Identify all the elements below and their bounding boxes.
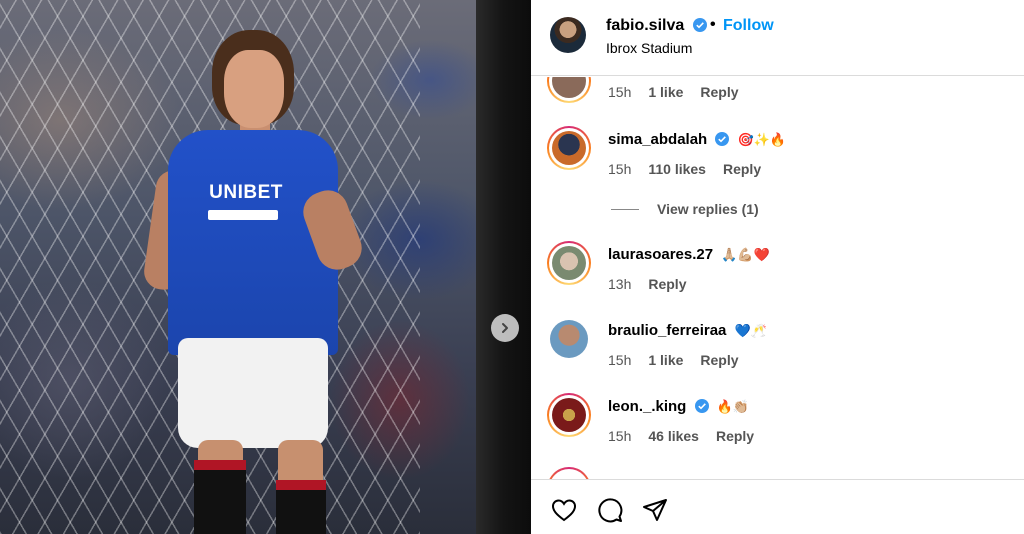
view-replies-label: View replies (1) — [657, 201, 759, 217]
heart-icon[interactable] — [550, 496, 578, 524]
verified-badge-icon — [694, 399, 709, 413]
comment-time: 15h — [608, 428, 632, 444]
player-figure: UNIBET — [141, 20, 380, 534]
commenter-avatar[interactable] — [547, 126, 591, 170]
comment-item: 15h 1 like Reply — [531, 77, 1024, 129]
comment-item: sima_abdalah 🎯✨🔥 15h 110 likes Reply — [531, 125, 1024, 195]
view-replies-button[interactable]: View replies (1) — [611, 201, 759, 217]
share-icon[interactable] — [641, 496, 669, 524]
follow-button[interactable]: Follow — [723, 17, 774, 35]
verified-badge-icon — [692, 18, 707, 32]
post-photo: UNIBET — [0, 0, 531, 534]
comment-likes[interactable]: 1 like — [648, 84, 683, 100]
goal-post — [476, 0, 531, 534]
action-bar — [531, 479, 1024, 534]
commenter-avatar[interactable] — [547, 241, 591, 285]
post-location[interactable]: Ibrox Stadium — [606, 40, 692, 56]
comment-text: 💙🥂 — [734, 323, 767, 338]
post-header: fabio.silva • Follow Ibrox Stadium — [531, 0, 1024, 76]
reply-button[interactable]: Reply — [716, 428, 754, 444]
comment-likes[interactable]: 1 like — [648, 352, 683, 368]
next-photo-button[interactable] — [491, 314, 519, 342]
author-username[interactable]: fabio.silva — [606, 17, 684, 34]
replies-divider — [611, 208, 639, 210]
comment-time: 15h — [608, 161, 632, 177]
verified-badge-icon — [715, 132, 730, 146]
comment-time: 15h — [608, 352, 632, 368]
commenter-avatar[interactable] — [547, 467, 591, 479]
comment-item: leon._.king 🔥👏🏼 15h 46 likes Reply — [531, 392, 1024, 462]
comment-item: braulio_ferreiraa 💙🥂 15h 1 like Reply — [531, 316, 1024, 386]
commenter-username[interactable]: braulio_ferreiraa — [608, 322, 726, 339]
reply-button[interactable]: Reply — [723, 161, 761, 177]
reply-button[interactable]: Reply — [700, 84, 738, 100]
comment-text: 🎯✨🔥 — [737, 132, 787, 147]
comment-time: 13h — [608, 276, 632, 292]
comment-likes[interactable]: 46 likes — [648, 428, 699, 444]
comment-likes[interactable]: 110 likes — [648, 161, 706, 177]
header-separator: • — [710, 16, 716, 33]
reply-button[interactable]: Reply — [648, 276, 686, 292]
comment-text: 🙏🏼💪🏼❤️ — [721, 247, 770, 262]
commenter-username[interactable]: sima_abdalah — [608, 131, 707, 148]
comments-list: 15h 1 like Reply sima_abdalah 🎯✨🔥 15h 11… — [531, 77, 1024, 479]
chevron-right-icon — [502, 323, 508, 333]
commenter-username[interactable]: leon._.king — [608, 398, 686, 415]
author-avatar[interactable] — [550, 17, 586, 53]
shirt-sponsor: UNIBET — [209, 182, 283, 203]
comment-icon[interactable] — [596, 496, 624, 524]
reply-button[interactable]: Reply — [700, 352, 738, 368]
comments-panel: fabio.silva • Follow Ibrox Stadium 15h 1… — [531, 0, 1024, 534]
commenter-avatar[interactable] — [550, 320, 588, 358]
commenter-username[interactable]: laurasoares.27 — [608, 246, 713, 263]
comment-text: 🔥👏🏼 — [716, 399, 750, 414]
commenter-avatar[interactable] — [547, 393, 591, 437]
comment-item: laurasoares.27 🙏🏼💪🏼❤️ 13h Reply — [531, 240, 1024, 310]
comment-time: 15h — [608, 84, 632, 100]
